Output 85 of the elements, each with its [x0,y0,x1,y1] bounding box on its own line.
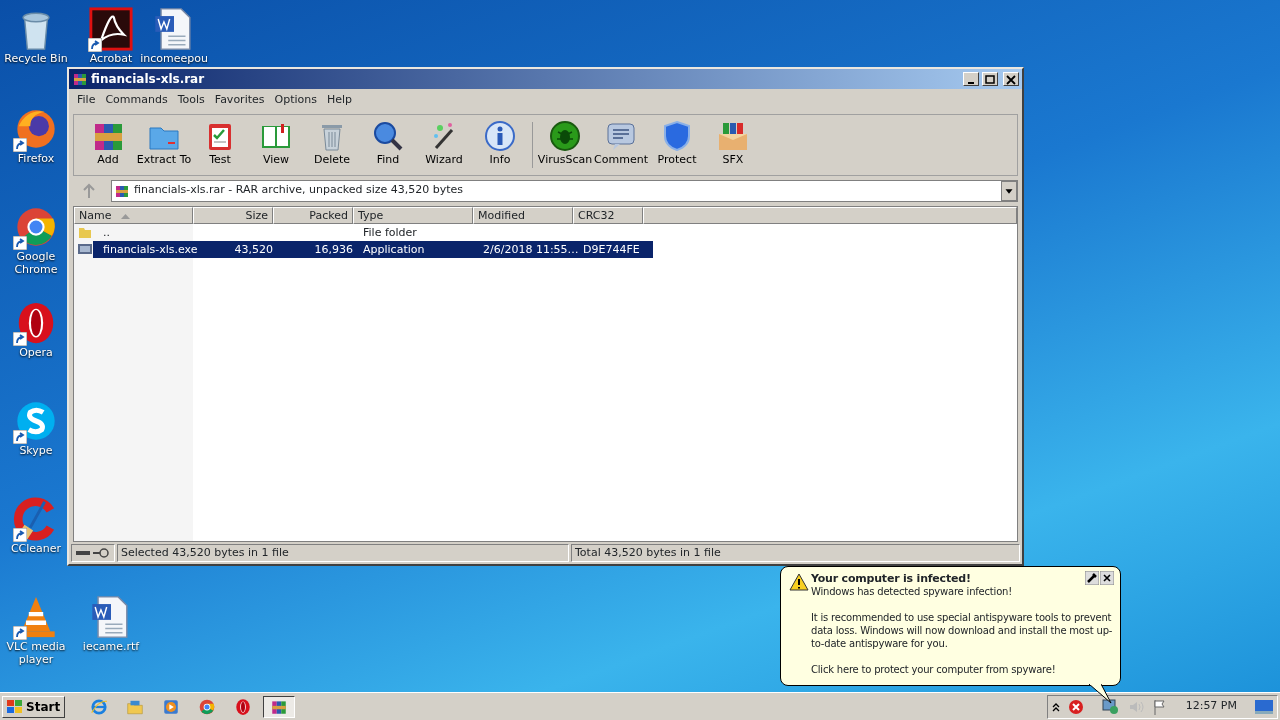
toolbar-button[interactable]: Comment [593,117,649,172]
toolbar-button[interactable]: Find [360,117,416,172]
menu-item[interactable]: Favorites [210,91,269,110]
toolbar-button[interactable]: Wizard [416,117,472,172]
error-icon[interactable] [1067,698,1084,715]
icon-label: Google Chrome [13,250,59,276]
toolbar-button[interactable]: Add [80,117,136,172]
network-icon[interactable] [1101,698,1120,715]
browser-icon [90,697,109,716]
icon-label: CCleaner [10,542,62,555]
chevron-icon[interactable] [1051,701,1060,712]
toolbar-button[interactable]: Protect [649,117,705,172]
address-field[interactable]: financials-xls.rar - RAR archive, unpacked size 43,520 bytes [111,179,1018,202]
menu-item[interactable]: Help [322,91,357,110]
archive-icon [72,71,88,87]
column-header[interactable]: CRC32 [573,206,643,224]
icon-label: Opera [19,346,53,359]
status-text: Total 43,520 bytes in 1 file [571,544,1020,562]
window-title: financials-xls.rar [91,71,205,88]
icon-label: Skype [19,444,53,457]
toolbar-button[interactable]: Extract To [136,117,192,172]
table-cell: financials-xls.exe [103,242,198,256]
balloon-pointer [1089,684,1113,704]
application-icon [78,242,92,256]
file-row[interactable]: financials-xls.exe 43,520 16,936 Application 2/6/2018 11:55… D9E744FE [93,240,653,258]
minimize-button[interactable] [963,72,979,86]
toolbar-button[interactable]: VirusScan [537,117,593,172]
show-desktop-icon[interactable] [1255,699,1273,714]
windows-logo-icon [7,699,23,714]
opera-icon [234,697,253,716]
maximize-button[interactable] [982,72,998,86]
toolbar-button[interactable]: Info [472,117,528,172]
balloon-text: It is recommended to use special antispyware tools to prevent data loss. Windows will now download and install the most up-to-date antispyware for you. [811,611,1114,650]
toolbar-button[interactable]: View [248,117,304,172]
table-cell: Application [363,242,425,256]
icon-label: VLC media player [5,640,67,666]
document-app-icon[interactable] [88,6,134,52]
close-button[interactable] [1003,72,1019,86]
file-row[interactable]: .. File folder [93,223,653,241]
clock[interactable]: 12:57 PM [1185,698,1237,715]
close-icon [1005,73,1017,85]
menu-item[interactable]: Tools [173,91,209,110]
menu-item[interactable]: Options [270,91,321,110]
column-header[interactable]: Name [74,206,193,224]
wrench-icon[interactable] [1085,571,1099,585]
column-header[interactable]: Size [193,206,273,224]
toolbar-button[interactable]: SFX [705,117,761,172]
column-header[interactable]: Packed [273,206,353,224]
icon-label: Firefox [17,152,55,165]
menu-item[interactable]: Commands [101,91,172,110]
drive-and-key-icon [75,547,111,559]
table-cell: 43,520 [234,242,273,256]
close-icon[interactable] [1100,571,1114,585]
column-header[interactable] [643,206,1017,224]
maximize-icon [984,73,996,85]
table-cell: 16,936 [314,242,353,256]
bug-icon [549,119,581,152]
status-text: Selected 43,520 bytes in 1 file [117,544,569,562]
sort-arrow-icon [120,212,130,219]
shield-icon [661,119,693,152]
balloon-text: Windows has detected spyware infection! [811,585,1013,598]
column-header[interactable]: Type [353,206,473,224]
chrome-icon [198,697,217,716]
info-icon [484,119,516,152]
icon-label: incomeepou [140,52,208,65]
search-icon [372,119,404,152]
balloon-title: Your computer is infected! [811,572,971,585]
table-cell: 2/6/2018 11:55… [483,242,579,256]
start-button[interactable]: Start [2,695,66,718]
table-cell: D9E744FE [583,242,640,256]
table-cell: File folder [363,225,417,239]
table-cell: .. [103,225,110,239]
flag-icon[interactable] [1151,698,1168,715]
column-header[interactable]: Modified [473,206,573,224]
toolbar-button[interactable]: Delete [304,117,360,172]
media-player-icon [162,697,181,716]
icon-label: iecame.rtf [82,640,140,653]
taskbar-button[interactable] [263,695,296,718]
protect-link[interactable]: Click here to protect your computer from spyware! [811,663,1114,676]
toolbar-button[interactable]: Test [192,117,248,172]
menu-item[interactable]: File [73,91,100,110]
icon-label: Acrobat [89,52,133,65]
minimize-icon [968,81,974,84]
icon-label: Recycle Bin [4,52,68,65]
warning-icon [789,573,809,591]
